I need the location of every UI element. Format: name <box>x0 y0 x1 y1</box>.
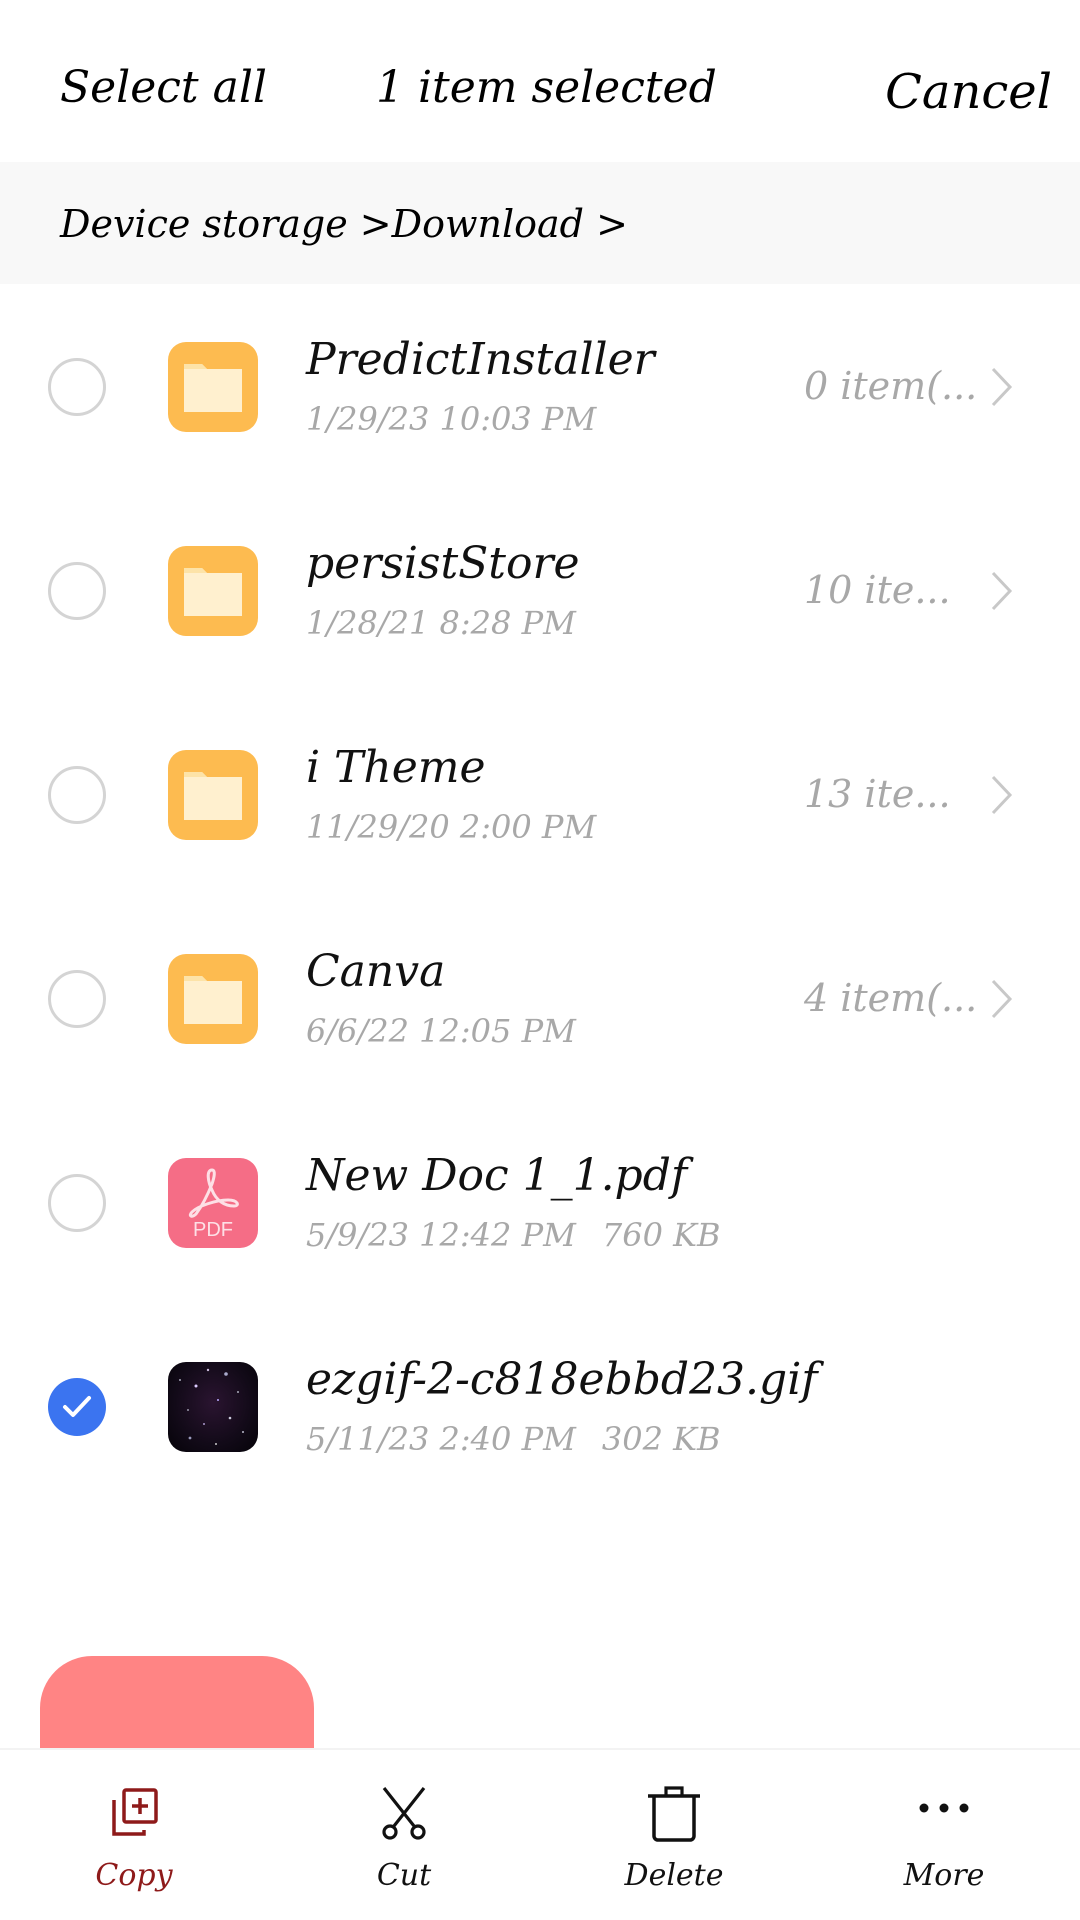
breadcrumb: Device storage >Download > <box>0 162 1080 284</box>
list-item[interactable]: i Theme 11/29/20 2:00 PM 13 ite... <box>0 692 1080 896</box>
list-item[interactable]: PredictInstaller 1/29/23 10:03 PM 0 item… <box>0 284 1080 488</box>
more-button[interactable]: More <box>844 1750 1044 1920</box>
more-label: More <box>903 1858 985 1893</box>
pdf-file-icon: PDF <box>168 1158 258 1248</box>
list-item[interactable]: persistStore 1/28/21 8:28 PM 10 ite... <box>0 488 1080 692</box>
copy-label: Copy <box>95 1858 173 1893</box>
chevron-right-icon <box>991 571 1013 611</box>
file-date: 1/29/23 10:03 PM <box>306 400 597 438</box>
folder-icon <box>168 342 258 432</box>
selection-header: Select all 1 item selected Cancel <box>0 0 1080 162</box>
file-name: i Theme <box>306 742 486 793</box>
file-date: 6/6/22 12:05 PM <box>306 1012 576 1050</box>
chevron-right-icon <box>991 775 1013 815</box>
file-name: persistStore <box>306 538 580 589</box>
chevron-right-icon <box>991 367 1013 407</box>
action-bar: Copy Cut Delete More <box>0 1748 1080 1920</box>
folder-icon <box>168 546 258 636</box>
file-name: ezgif-2-c818ebbd23.gif <box>306 1354 818 1405</box>
file-list: PredictInstaller 1/29/23 10:03 PM 0 item… <box>0 284 1080 1508</box>
list-item[interactable]: ezgif-2-c818ebbd23.gif 5/11/23 2:40 PM 30… <box>0 1304 1080 1508</box>
more-dots-icon <box>919 1803 969 1813</box>
select-all-button[interactable]: Select all <box>60 62 267 113</box>
file-name: New Doc 1_1.pdf <box>306 1150 688 1201</box>
file-date: 5/9/23 12:42 PM <box>306 1216 576 1254</box>
select-checkbox[interactable] <box>48 970 106 1028</box>
breadcrumb-path[interactable]: Device storage >Download > <box>60 202 628 246</box>
scissors-icon <box>382 1787 426 1840</box>
select-checkbox[interactable] <box>48 562 106 620</box>
cancel-button[interactable]: Cancel <box>885 64 1052 120</box>
trash-icon <box>648 1786 700 1842</box>
selection-count-title: 1 item selected <box>376 62 717 113</box>
item-count: 10 ite... <box>804 568 951 612</box>
delete-button[interactable]: Delete <box>574 1750 774 1920</box>
item-count: 0 item(... <box>804 364 978 408</box>
file-name: PredictInstaller <box>306 334 655 385</box>
file-date: 5/11/23 2:40 PM <box>306 1420 576 1458</box>
file-size: 302 KB <box>601 1420 721 1458</box>
cut-label: Cut <box>376 1858 432 1893</box>
cut-button[interactable]: Cut <box>304 1750 504 1920</box>
folder-icon <box>168 954 258 1044</box>
select-checkbox-checked[interactable] <box>48 1378 106 1436</box>
checkmark-icon <box>63 1396 91 1417</box>
image-thumbnail <box>168 1362 258 1452</box>
file-date: 11/29/20 2:00 PM <box>306 808 597 846</box>
folder-icon <box>168 750 258 840</box>
file-meta: 5/9/23 12:42 PM 760 KB <box>306 1216 721 1254</box>
select-checkbox[interactable] <box>48 358 106 416</box>
chevron-right-icon <box>991 979 1013 1019</box>
list-item[interactable]: PDF New Doc 1_1.pdf 5/9/23 12:42 PM 760 K… <box>0 1100 1080 1304</box>
item-count: 13 ite... <box>804 772 951 816</box>
file-name: Canva <box>306 946 446 997</box>
delete-label: Delete <box>624 1858 724 1893</box>
item-count: 4 item(... <box>804 976 978 1020</box>
file-size: 760 KB <box>601 1216 721 1254</box>
list-item[interactable]: Canva 6/6/22 12:05 PM 4 item(... <box>0 896 1080 1100</box>
copy-button[interactable]: Copy <box>34 1750 234 1920</box>
file-date: 1/28/21 8:28 PM <box>306 604 576 642</box>
file-meta: 5/11/23 2:40 PM 302 KB <box>306 1420 721 1458</box>
pdf-badge-text: PDF <box>193 1219 233 1241</box>
select-checkbox[interactable] <box>48 766 106 824</box>
select-checkbox[interactable] <box>48 1174 106 1232</box>
copy-icon <box>112 1788 158 1836</box>
